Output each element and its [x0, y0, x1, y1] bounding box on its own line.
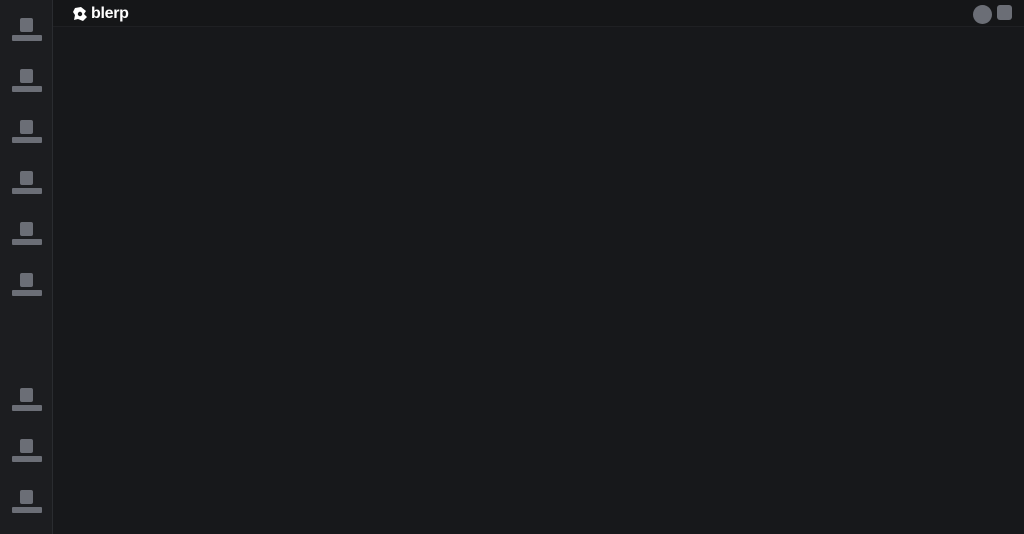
placeholder-user-icon — [12, 18, 42, 44]
placeholder-user-icon — [12, 388, 42, 414]
sidebar-item-2[interactable] — [0, 69, 53, 109]
square-menu-icon[interactable] — [997, 5, 1012, 20]
logo-text: blerp — [91, 5, 129, 22]
placeholder-user-icon — [12, 171, 42, 197]
blerp-logo-icon — [73, 7, 87, 21]
placeholder-user-icon — [12, 273, 42, 299]
placeholder-user-icon — [12, 439, 42, 465]
placeholder-user-icon — [12, 120, 42, 146]
sidebar-item-1[interactable] — [0, 18, 53, 58]
avatar-circle-icon[interactable] — [973, 5, 992, 24]
app-window: blerp — [0, 0, 1024, 534]
logo-link[interactable]: blerp — [72, 5, 129, 23]
placeholder-user-icon — [12, 490, 42, 516]
sidebar — [0, 0, 53, 534]
sidebar-item-8[interactable] — [0, 439, 53, 479]
top-bar: blerp — [53, 0, 1024, 27]
sidebar-item-5[interactable] — [0, 222, 53, 262]
sidebar-item-3[interactable] — [0, 120, 53, 160]
sidebar-item-6[interactable] — [0, 273, 53, 313]
main-content — [53, 27, 1024, 534]
placeholder-user-icon — [12, 69, 42, 95]
sidebar-item-4[interactable] — [0, 171, 53, 211]
placeholder-user-icon — [12, 222, 42, 248]
sidebar-item-7[interactable] — [0, 388, 53, 428]
sidebar-item-9[interactable] — [0, 490, 53, 530]
